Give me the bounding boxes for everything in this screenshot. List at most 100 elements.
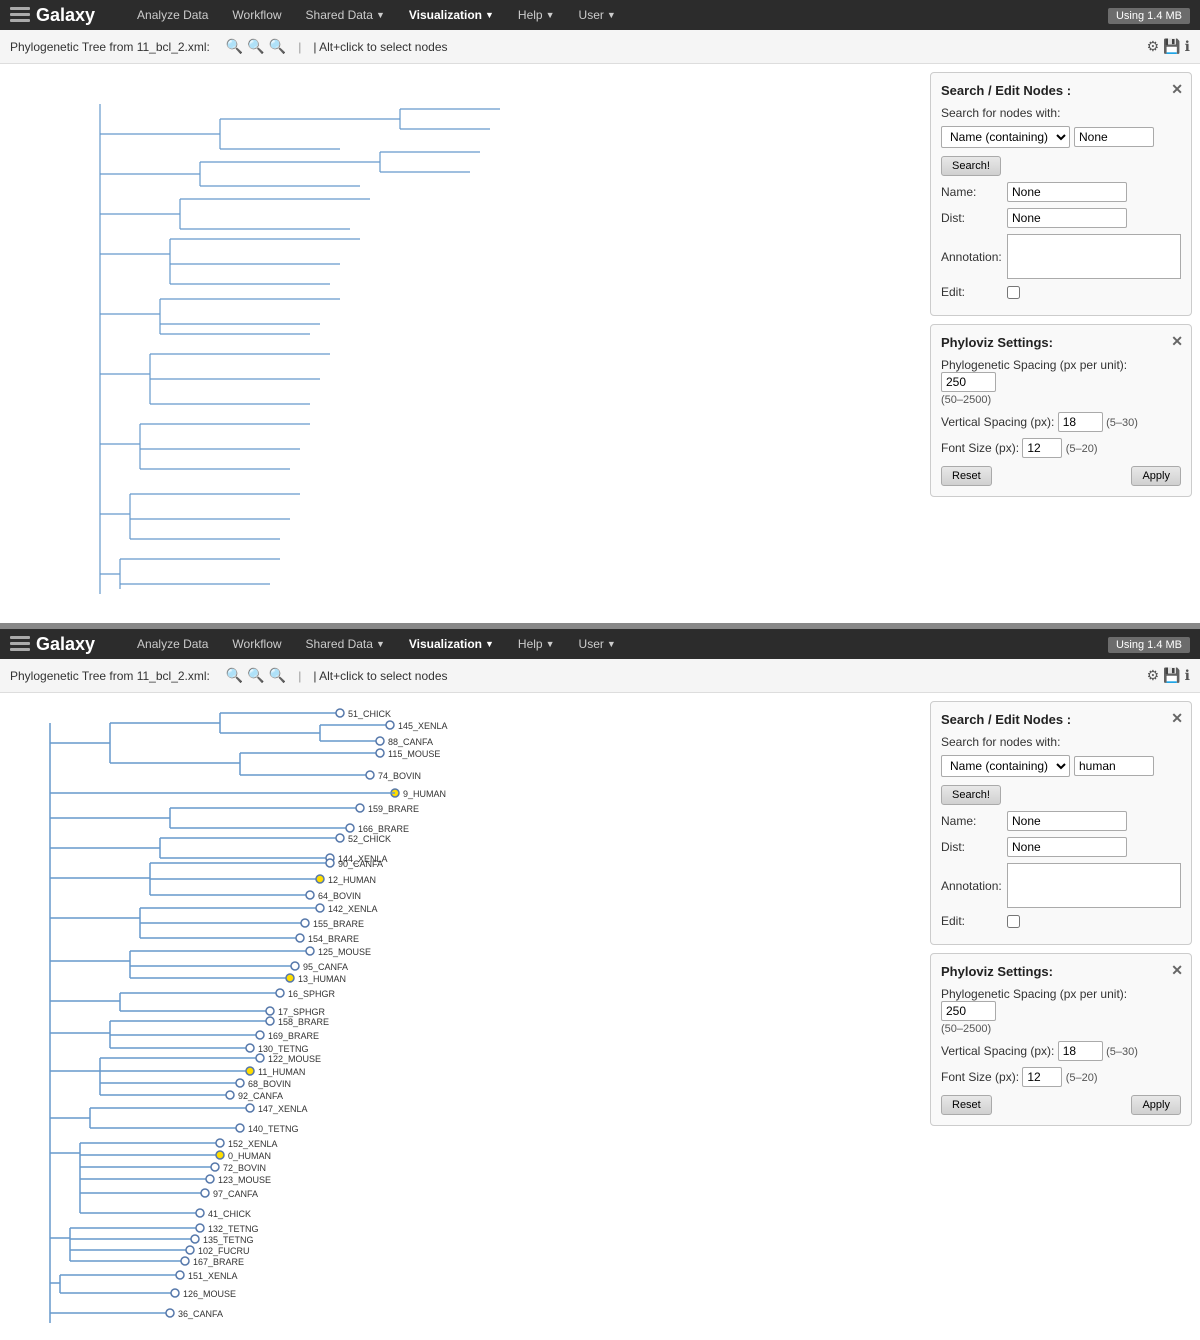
svg-text:147_XENLA: 147_XENLA [258, 1104, 308, 1114]
svg-text:135_TETNG: 135_TETNG [203, 1235, 254, 1245]
phylo-input-2[interactable] [941, 1001, 996, 1021]
reset-btn-1[interactable]: Reset [941, 466, 992, 486]
nav-workflow[interactable]: Workflow [220, 0, 293, 30]
nav-help[interactable]: Help ▼ [506, 0, 567, 30]
name-input-2[interactable] [1007, 811, 1127, 831]
search-btn-2[interactable]: Search! [941, 785, 1001, 805]
font-size-row-1: Font Size (px): (5–20) [941, 438, 1181, 458]
zoom-in-icon-2[interactable]: 🔍 [226, 667, 243, 684]
nav2-shared-data[interactable]: Shared Data ▼ [294, 629, 397, 659]
search-input-row-2: Name (containing) [941, 755, 1181, 777]
save-icon[interactable]: 💾 [1163, 38, 1180, 55]
reset-apply-row-1: Reset Apply [941, 466, 1181, 486]
svg-text:17_SPHGR: 17_SPHGR [278, 1007, 326, 1017]
font-label-1: Font Size (px): [941, 441, 1019, 455]
zoom-out-icon[interactable]: 🔍 [247, 38, 264, 55]
nav2-help[interactable]: Help ▼ [506, 629, 567, 659]
navbar-2: Galaxy Analyze Data Workflow Shared Data… [0, 629, 1200, 659]
nav-analyze-data[interactable]: Analyze Data [125, 0, 220, 30]
font-input-1[interactable] [1022, 438, 1062, 458]
name-label-2: Name: [941, 814, 1001, 828]
phylo-range-1: (50–2500) [941, 394, 991, 406]
annotation-textarea-1[interactable] [1007, 234, 1181, 279]
visualization-arrow: ▼ [485, 10, 494, 20]
settings-panel-close-2[interactable]: ✕ [1171, 962, 1183, 979]
tree-svg-2: 51_CHICK 145_XENLA 88_CANFA 115_MOUSE 74… [20, 703, 790, 1340]
svg-text:0_HUMAN: 0_HUMAN [228, 1151, 271, 1161]
nav-user[interactable]: User ▼ [567, 0, 628, 30]
edit-checkbox-wrap-1 [1007, 286, 1020, 299]
svg-text:140_TETNG: 140_TETNG [248, 1124, 299, 1134]
phylo-label-2: Phylogenetic Spacing (px per unit): [941, 987, 1127, 1001]
settings-panel-title-1: Phyloviz Settings: [941, 335, 1181, 350]
vert-input-1[interactable] [1058, 412, 1103, 432]
svg-text:154_BRARE: 154_BRARE [308, 934, 359, 944]
search-edit-panel-1: Search / Edit Nodes : ✕ Search for nodes… [930, 72, 1192, 316]
svg-text:90_CANFA: 90_CANFA [338, 859, 383, 869]
nav2-analyze-data[interactable]: Analyze Data [125, 629, 220, 659]
search-text-input-2[interactable] [1074, 756, 1154, 776]
info-icon-2[interactable]: ℹ [1185, 667, 1190, 684]
zoom-reset-icon-2[interactable]: 🔍 [269, 667, 286, 684]
settings-panel-close-1[interactable]: ✕ [1171, 333, 1183, 350]
toolbar-title-1: Phylogenetic Tree from 11_bcl_2.xml: [10, 40, 210, 54]
toolbar-right-icons-2: ⚙ 💾 ℹ [1147, 667, 1190, 684]
reset-btn-2[interactable]: Reset [941, 1095, 992, 1115]
annotation-label-1: Annotation: [941, 250, 1001, 264]
svg-text:167_BRARE: 167_BRARE [193, 1257, 244, 1267]
dist-label-2: Dist: [941, 840, 1001, 854]
edit-row-1: Edit: [941, 285, 1181, 299]
phylo-range-2: (50–2500) [941, 1023, 991, 1035]
search-for-row-2: Search for nodes with: [941, 735, 1181, 749]
nav2-visualization[interactable]: Visualization ▼ [397, 629, 506, 659]
tree-svg-1 [20, 74, 780, 619]
svg-text:51_CHICK: 51_CHICK [348, 709, 391, 719]
user-arrow-2: ▼ [607, 639, 616, 649]
search-panel-close-1[interactable]: ✕ [1171, 81, 1183, 98]
phylo-input-1[interactable] [941, 372, 996, 392]
settings-panel-1: Phyloviz Settings: ✕ Phylogenetic Spacin… [930, 324, 1192, 497]
font-input-2[interactable] [1022, 1067, 1062, 1087]
tree-area-2[interactable]: 51_CHICK 145_XENLA 88_CANFA 115_MOUSE 74… [0, 693, 790, 1340]
apply-btn-2[interactable]: Apply [1131, 1095, 1181, 1115]
search-text-input-1[interactable] [1074, 127, 1154, 147]
dist-input-1[interactable] [1007, 208, 1127, 228]
zoom-out-icon-2[interactable]: 🔍 [247, 667, 264, 684]
nav2-user[interactable]: User ▼ [567, 629, 628, 659]
settings-icon[interactable]: ⚙ [1147, 38, 1160, 55]
phylo-spacing-row-2: Phylogenetic Spacing (px per unit): (50–… [941, 987, 1181, 1035]
svg-text:97_CANFA: 97_CANFA [213, 1189, 258, 1199]
svg-text:152_XENLA: 152_XENLA [228, 1139, 278, 1149]
zoom-in-icon[interactable]: 🔍 [226, 38, 243, 55]
vert-spacing-row-2: Vertical Spacing (px): (5–30) [941, 1041, 1181, 1061]
svg-text:95_CANFA: 95_CANFA [303, 962, 348, 972]
search-btn-1[interactable]: Search! [941, 156, 1001, 176]
nav-shared-data[interactable]: Shared Data ▼ [294, 0, 397, 30]
settings-panel-title-2: Phyloviz Settings: [941, 964, 1181, 979]
name-input-1[interactable] [1007, 182, 1127, 202]
svg-text:115_MOUSE: 115_MOUSE [388, 749, 440, 759]
edit-checkbox-1[interactable] [1007, 286, 1020, 299]
settings-icon-2[interactable]: ⚙ [1147, 667, 1160, 684]
save-icon-2[interactable]: 💾 [1163, 667, 1180, 684]
info-icon[interactable]: ℹ [1185, 38, 1190, 55]
search-edit-panel-2: Search / Edit Nodes : ✕ Search for nodes… [930, 701, 1192, 945]
annotation-row-2: Annotation: [941, 863, 1181, 908]
name-row-1: Name: [941, 182, 1181, 202]
annotation-textarea-2[interactable] [1007, 863, 1181, 908]
toolbar-title-2: Phylogenetic Tree from 11_bcl_2.xml: [10, 669, 210, 683]
zoom-reset-icon[interactable]: 🔍 [269, 38, 286, 55]
tree-area-1[interactable] [0, 64, 790, 623]
edit-checkbox-2[interactable] [1007, 915, 1020, 928]
search-type-select-1[interactable]: Name (containing) [941, 126, 1070, 148]
nav2-workflow[interactable]: Workflow [220, 629, 293, 659]
svg-text:166_BRARE: 166_BRARE [358, 824, 409, 834]
apply-btn-1[interactable]: Apply [1131, 466, 1181, 486]
nav-visualization[interactable]: Visualization ▼ [397, 0, 506, 30]
dist-input-2[interactable] [1007, 837, 1127, 857]
svg-text:159_BRARE: 159_BRARE [368, 804, 419, 814]
search-type-select-2[interactable]: Name (containing) [941, 755, 1070, 777]
vert-input-2[interactable] [1058, 1041, 1103, 1061]
name-label-1: Name: [941, 185, 1001, 199]
search-panel-close-2[interactable]: ✕ [1171, 710, 1183, 727]
